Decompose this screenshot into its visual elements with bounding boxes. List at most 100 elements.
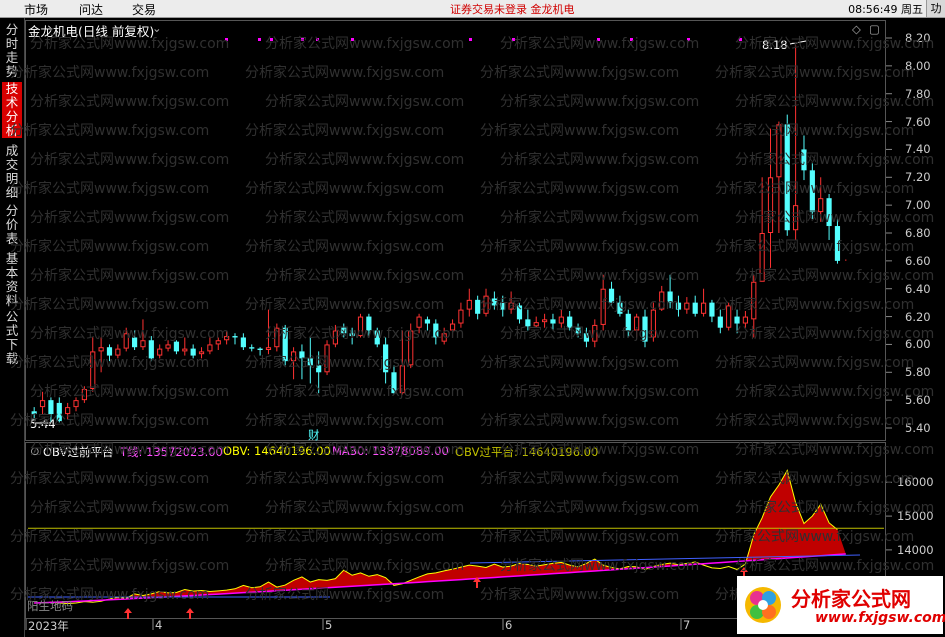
candle <box>207 344 213 352</box>
title-dropdown-icon[interactable]: ⌄ <box>152 21 162 35</box>
candle <box>65 407 71 415</box>
candle <box>801 149 807 171</box>
candle <box>265 347 272 351</box>
candle <box>491 298 497 306</box>
finance-marker[interactable]: 财 <box>308 427 320 443</box>
ma30-value: MA30: 13878089.00 <box>332 444 449 458</box>
candle <box>148 340 154 359</box>
candle <box>408 330 414 366</box>
candle <box>742 316 749 324</box>
candle <box>525 319 531 327</box>
candle <box>106 347 113 356</box>
candle <box>809 170 815 213</box>
candle <box>834 226 841 261</box>
candle <box>224 336 230 341</box>
price-axis-label: 7.00 <box>905 198 931 213</box>
candle <box>48 400 54 415</box>
candle <box>123 333 129 349</box>
candle <box>784 124 790 231</box>
obv-line <box>34 469 838 605</box>
price-axis-label: 8.00 <box>905 58 931 73</box>
candle <box>558 316 564 324</box>
signal-marker <box>270 38 273 41</box>
window-icon[interactable]: ▢ <box>869 22 880 36</box>
candle <box>424 319 431 324</box>
obv-axis-label: 14000 <box>897 542 934 557</box>
platform-value: OBV过平台: 14640196.00 <box>455 445 599 459</box>
candle <box>366 316 372 331</box>
main-chart-frame <box>25 20 886 441</box>
signal-marker <box>316 38 319 41</box>
candle <box>249 347 255 349</box>
main-chart-title: 金龙机电(日线 前复权) <box>28 24 155 39</box>
candle <box>759 233 765 282</box>
candle <box>483 295 489 314</box>
candle <box>776 124 782 178</box>
date-axis-label: 5 <box>325 618 333 632</box>
max-price-label: 8.18 <box>762 38 788 52</box>
candle <box>290 351 297 362</box>
signal-marker <box>301 38 304 41</box>
candle <box>173 341 180 352</box>
candle <box>793 205 799 231</box>
candle <box>767 177 774 234</box>
candle <box>282 327 288 362</box>
candle <box>357 316 364 337</box>
candle <box>240 337 246 348</box>
candle <box>608 288 615 303</box>
candle <box>383 344 389 373</box>
date-axis-label: 2023年 <box>28 619 69 633</box>
candle <box>349 333 355 337</box>
candle <box>198 351 205 355</box>
price-axis-label: 5.40 <box>905 421 931 435</box>
indicator-name[interactable]: OBV过前平台 <box>43 444 113 460</box>
candle <box>115 348 121 356</box>
obv-axis-label: 16000 <box>897 475 934 490</box>
candle <box>399 365 405 394</box>
candle <box>316 365 322 373</box>
candle <box>726 305 732 328</box>
min-price-label: 5.44 <box>30 417 56 431</box>
signal-marker <box>739 38 742 41</box>
price-axis-label: 6.20 <box>905 309 931 324</box>
date-axis-label: 4 <box>155 618 163 632</box>
date-axis-label: 6 <box>505 618 513 632</box>
indicator-menu-icon[interactable]: ⊙ <box>30 444 40 458</box>
price-axis-label: 5.60 <box>905 393 931 408</box>
candle <box>583 333 590 342</box>
candle <box>692 302 698 314</box>
bottom-indicator-text: 阳生地码 <box>27 599 73 613</box>
candle <box>98 347 104 352</box>
candle <box>533 322 539 327</box>
candle <box>324 344 330 373</box>
logo-title: 分析家公式网 <box>791 587 911 611</box>
candle <box>441 333 447 342</box>
candle <box>751 281 757 320</box>
candle <box>140 340 146 348</box>
t-line-value: T线: 13572023.00 <box>120 445 223 459</box>
candle <box>39 400 46 408</box>
candle <box>550 319 556 324</box>
chart-canvas <box>25 20 945 630</box>
price-axis-label: 7.80 <box>905 86 931 101</box>
candle <box>659 291 665 310</box>
candle <box>500 302 506 310</box>
obv-value: OBV: 14640196.00 <box>223 444 331 458</box>
t-line-segment-2 <box>469 554 861 564</box>
candle <box>416 316 422 328</box>
candle <box>734 316 740 324</box>
signal-marker <box>469 38 472 41</box>
candle <box>449 323 456 331</box>
candle <box>642 316 648 342</box>
candle <box>307 358 313 366</box>
price-axis-label: 5.80 <box>905 365 931 380</box>
candle <box>341 327 347 334</box>
price-axis-label: 8.20 <box>905 31 931 45</box>
signal-marker <box>225 38 228 41</box>
candle <box>56 402 62 422</box>
diamond-icon[interactable]: ◇ <box>852 22 861 36</box>
signal-marker <box>258 38 261 41</box>
candle <box>131 337 138 348</box>
candle <box>650 309 656 338</box>
candle <box>592 324 598 342</box>
